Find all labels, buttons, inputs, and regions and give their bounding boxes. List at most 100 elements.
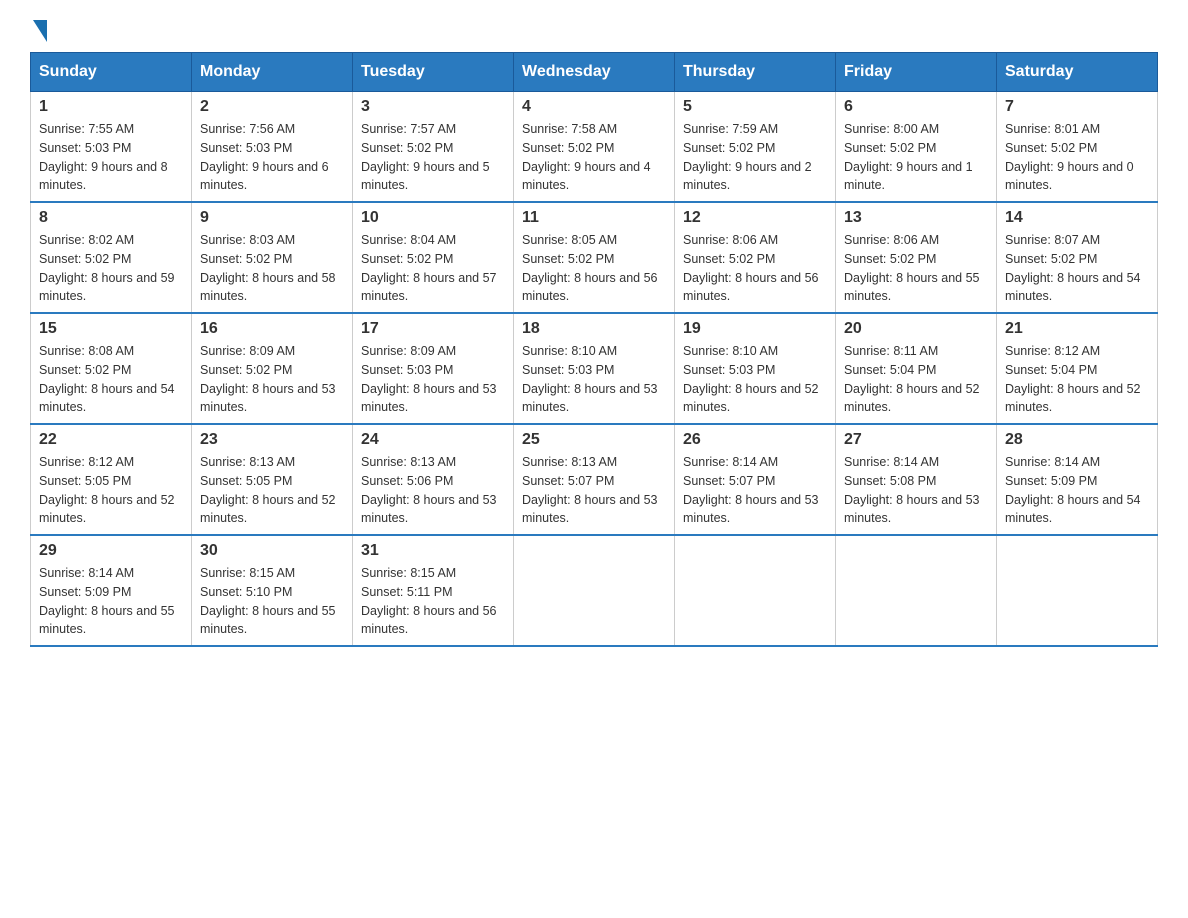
day-number: 30 (200, 542, 344, 560)
calendar-cell: 25 Sunrise: 8:13 AMSunset: 5:07 PMDayligh… (514, 424, 675, 535)
day-number: 8 (39, 209, 183, 227)
day-info: Sunrise: 8:14 AMSunset: 5:09 PMDaylight:… (39, 564, 183, 639)
calendar-week-4: 22Sunrise: 8:12 AMSunset: 5:05 PMDayligh… (31, 424, 1158, 535)
calendar-cell: 1 Sunrise: 7:55 AMSunset: 5:03 PMDaylight… (31, 92, 192, 203)
day-number: 17 (361, 320, 505, 338)
day-info: Sunrise: 8:15 AMSunset: 5:10 PMDaylight:… (200, 564, 344, 639)
day-info: Sunrise: 8:08 AMSunset: 5:02 PMDaylight:… (39, 342, 183, 417)
day-number: 26 (683, 431, 827, 449)
day-info: Sunrise: 8:09 AMSunset: 5:02 PMDaylight:… (200, 342, 344, 417)
day-number: 9 (200, 209, 344, 227)
day-info: Sunrise: 7:55 AMSunset: 5:03 PMDaylight:… (39, 120, 183, 195)
calendar-cell: 10 Sunrise: 8:04 AMSunset: 5:02 PMDayligh… (353, 202, 514, 313)
calendar-cell: 30 Sunrise: 8:15 AMSunset: 5:10 PMDayligh… (192, 535, 353, 646)
day-info: Sunrise: 8:14 AMSunset: 5:07 PMDaylight:… (683, 453, 827, 528)
day-number: 10 (361, 209, 505, 227)
day-info: Sunrise: 8:13 AMSunset: 5:06 PMDaylight:… (361, 453, 505, 528)
calendar-week-5: 29 Sunrise: 8:14 AMSunset: 5:09 PMDayligh… (31, 535, 1158, 646)
weekday-header-wednesday: Wednesday (514, 53, 675, 92)
day-info: Sunrise: 8:12 AMSunset: 5:04 PMDaylight:… (1005, 342, 1149, 417)
day-number: 14 (1005, 209, 1149, 227)
day-number: 2 (200, 98, 344, 116)
day-info: Sunrise: 8:10 AMSunset: 5:03 PMDaylight:… (522, 342, 666, 417)
calendar-cell: 5 Sunrise: 7:59 AMSunset: 5:02 PMDaylight… (675, 92, 836, 203)
calendar-cell: 14 Sunrise: 8:07 AMSunset: 5:02 PMDayligh… (997, 202, 1158, 313)
calendar-cell (997, 535, 1158, 646)
calendar-cell: 19 Sunrise: 8:10 AMSunset: 5:03 PMDayligh… (675, 313, 836, 424)
day-number: 7 (1005, 98, 1149, 116)
day-info: Sunrise: 7:57 AMSunset: 5:02 PMDaylight:… (361, 120, 505, 195)
calendar-cell: 12Sunrise: 8:06 AMSunset: 5:02 PMDayligh… (675, 202, 836, 313)
calendar-cell: 23Sunrise: 8:13 AMSunset: 5:05 PMDayligh… (192, 424, 353, 535)
calendar-cell: 26 Sunrise: 8:14 AMSunset: 5:07 PMDayligh… (675, 424, 836, 535)
day-info: Sunrise: 8:10 AMSunset: 5:03 PMDaylight:… (683, 342, 827, 417)
calendar-week-3: 15 Sunrise: 8:08 AMSunset: 5:02 PMDayligh… (31, 313, 1158, 424)
calendar-cell: 2 Sunrise: 7:56 AMSunset: 5:03 PMDaylight… (192, 92, 353, 203)
day-info: Sunrise: 8:09 AMSunset: 5:03 PMDaylight:… (361, 342, 505, 417)
calendar-cell: 31Sunrise: 8:15 AMSunset: 5:11 PMDayligh… (353, 535, 514, 646)
logo (30, 20, 47, 42)
calendar-week-2: 8 Sunrise: 8:02 AMSunset: 5:02 PMDaylight… (31, 202, 1158, 313)
calendar-cell (675, 535, 836, 646)
weekday-header-monday: Monday (192, 53, 353, 92)
day-info: Sunrise: 8:12 AMSunset: 5:05 PMDaylight:… (39, 453, 183, 528)
day-info: Sunrise: 7:56 AMSunset: 5:03 PMDaylight:… (200, 120, 344, 195)
day-info: Sunrise: 8:14 AMSunset: 5:08 PMDaylight:… (844, 453, 988, 528)
calendar-cell (836, 535, 997, 646)
day-info: Sunrise: 8:01 AMSunset: 5:02 PMDaylight:… (1005, 120, 1149, 195)
day-info: Sunrise: 8:06 AMSunset: 5:02 PMDaylight:… (844, 231, 988, 306)
day-info: Sunrise: 8:04 AMSunset: 5:02 PMDaylight:… (361, 231, 505, 306)
day-number: 3 (361, 98, 505, 116)
calendar-cell: 16 Sunrise: 8:09 AMSunset: 5:02 PMDayligh… (192, 313, 353, 424)
calendar-cell: 13 Sunrise: 8:06 AMSunset: 5:02 PMDayligh… (836, 202, 997, 313)
weekday-header-tuesday: Tuesday (353, 53, 514, 92)
day-number: 5 (683, 98, 827, 116)
day-number: 29 (39, 542, 183, 560)
calendar-cell: 27 Sunrise: 8:14 AMSunset: 5:08 PMDayligh… (836, 424, 997, 535)
calendar-cell: 7 Sunrise: 8:01 AMSunset: 5:02 PMDaylight… (997, 92, 1158, 203)
calendar-cell: 9Sunrise: 8:03 AMSunset: 5:02 PMDaylight… (192, 202, 353, 313)
day-info: Sunrise: 7:58 AMSunset: 5:02 PMDaylight:… (522, 120, 666, 195)
day-info: Sunrise: 8:07 AMSunset: 5:02 PMDaylight:… (1005, 231, 1149, 306)
weekday-header-sunday: Sunday (31, 53, 192, 92)
day-number: 15 (39, 320, 183, 338)
calendar-table: SundayMondayTuesdayWednesdayThursdayFrid… (30, 52, 1158, 647)
calendar-cell: 8 Sunrise: 8:02 AMSunset: 5:02 PMDaylight… (31, 202, 192, 313)
weekday-header-thursday: Thursday (675, 53, 836, 92)
day-info: Sunrise: 7:59 AMSunset: 5:02 PMDaylight:… (683, 120, 827, 195)
day-info: Sunrise: 8:15 AMSunset: 5:11 PMDaylight:… (361, 564, 505, 639)
weekday-header-friday: Friday (836, 53, 997, 92)
calendar-cell: 11Sunrise: 8:05 AMSunset: 5:02 PMDayligh… (514, 202, 675, 313)
calendar-cell: 18Sunrise: 8:10 AMSunset: 5:03 PMDayligh… (514, 313, 675, 424)
day-number: 20 (844, 320, 988, 338)
day-info: Sunrise: 8:02 AMSunset: 5:02 PMDaylight:… (39, 231, 183, 306)
day-number: 21 (1005, 320, 1149, 338)
logo-triangle-icon (33, 20, 47, 42)
calendar-header: SundayMondayTuesdayWednesdayThursdayFrid… (31, 53, 1158, 92)
day-number: 16 (200, 320, 344, 338)
calendar-cell: 3 Sunrise: 7:57 AMSunset: 5:02 PMDaylight… (353, 92, 514, 203)
day-number: 13 (844, 209, 988, 227)
day-number: 27 (844, 431, 988, 449)
day-number: 4 (522, 98, 666, 116)
calendar-cell: 21 Sunrise: 8:12 AMSunset: 5:04 PMDayligh… (997, 313, 1158, 424)
calendar-cell: 17 Sunrise: 8:09 AMSunset: 5:03 PMDayligh… (353, 313, 514, 424)
day-number: 23 (200, 431, 344, 449)
calendar-cell: 20 Sunrise: 8:11 AMSunset: 5:04 PMDayligh… (836, 313, 997, 424)
day-info: Sunrise: 8:11 AMSunset: 5:04 PMDaylight:… (844, 342, 988, 417)
day-info: Sunrise: 8:05 AMSunset: 5:02 PMDaylight:… (522, 231, 666, 306)
calendar-cell: 28 Sunrise: 8:14 AMSunset: 5:09 PMDayligh… (997, 424, 1158, 535)
day-info: Sunrise: 8:06 AMSunset: 5:02 PMDaylight:… (683, 231, 827, 306)
day-number: 1 (39, 98, 183, 116)
calendar-cell: 6Sunrise: 8:00 AMSunset: 5:02 PMDaylight… (836, 92, 997, 203)
weekday-header-saturday: Saturday (997, 53, 1158, 92)
calendar-cell (514, 535, 675, 646)
day-number: 25 (522, 431, 666, 449)
day-info: Sunrise: 8:13 AMSunset: 5:07 PMDaylight:… (522, 453, 666, 528)
day-number: 19 (683, 320, 827, 338)
calendar-cell: 29 Sunrise: 8:14 AMSunset: 5:09 PMDayligh… (31, 535, 192, 646)
day-number: 28 (1005, 431, 1149, 449)
day-info: Sunrise: 8:14 AMSunset: 5:09 PMDaylight:… (1005, 453, 1149, 528)
day-info: Sunrise: 8:00 AMSunset: 5:02 PMDaylight:… (844, 120, 988, 195)
page-header (30, 20, 1158, 42)
